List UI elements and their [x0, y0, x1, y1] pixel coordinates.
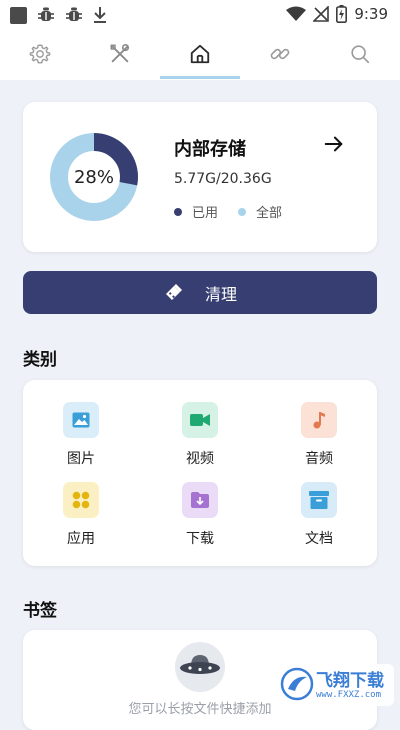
watermark-url: www.FXXZ.com — [316, 690, 382, 700]
category-label: 文档 — [305, 531, 333, 547]
categories-heading: 类别 — [23, 350, 57, 370]
home-icon — [190, 44, 210, 64]
download-icon — [94, 7, 106, 23]
category-videos[interactable]: 视频 — [160, 402, 240, 468]
category-label: 音频 — [305, 451, 333, 467]
tab-search[interactable] — [320, 30, 400, 78]
top-tab-bar — [0, 30, 400, 80]
image-icon — [63, 402, 99, 438]
active-tab-indicator — [160, 76, 240, 79]
watermark-mark-icon — [280, 667, 314, 701]
storage-percent: 28% — [73, 166, 114, 188]
tab-tools[interactable] — [80, 30, 160, 78]
status-left-icons — [10, 6, 107, 24]
internal-storage-card[interactable]: 28% 内部存储 5.77G/20.36G 已用 全部 — [23, 102, 377, 252]
category-images[interactable]: 图片 — [41, 402, 121, 468]
apps-icon — [63, 482, 99, 518]
bug-icon — [66, 7, 82, 21]
broom-icon — [163, 283, 183, 303]
music-icon — [301, 402, 337, 438]
link-icon — [270, 48, 290, 60]
tab-link[interactable] — [240, 30, 320, 78]
legend-total-label: 全部 — [256, 206, 283, 221]
category-label: 下载 — [186, 531, 214, 547]
tab-home[interactable] — [160, 30, 240, 78]
category-documents[interactable]: 文档 — [279, 482, 359, 548]
status-right-icons: 9:39 — [286, 5, 388, 23]
category-audio[interactable]: 音频 — [279, 402, 359, 468]
battery-charging-icon — [336, 5, 348, 23]
gear-icon — [29, 44, 51, 64]
bug-icon — [38, 7, 54, 21]
status-bar: 9:39 — [0, 0, 400, 30]
no-signal-icon — [313, 6, 330, 22]
watermark-brand: 飞翔下载 — [316, 671, 384, 691]
archive-icon — [301, 482, 337, 518]
legend-total-dot — [238, 207, 247, 216]
storage-title: 内部存储 — [174, 139, 246, 160]
clean-button[interactable]: 清理 — [23, 271, 377, 314]
watermark-logo: 飞翔下载 www.FXXZ.com — [276, 664, 394, 706]
legend-used-label: 已用 — [192, 206, 219, 221]
legend-used-dot — [174, 207, 182, 216]
arrow-right-icon[interactable] — [323, 133, 345, 155]
ufo-empty-icon — [175, 642, 225, 692]
download-folder-icon — [182, 482, 218, 518]
categories-card: 图片 视频 音频 应用 下载 文档 — [23, 380, 377, 566]
search-icon — [351, 45, 370, 64]
notification-square-icon — [10, 6, 27, 24]
storage-legend: 已用 全部 — [174, 202, 282, 221]
wifi-icon — [286, 6, 307, 21]
storage-size: 5.77G/20.36G — [174, 171, 272, 187]
category-label: 图片 — [67, 451, 95, 467]
category-label: 应用 — [67, 531, 95, 547]
tools-icon — [110, 44, 130, 63]
tab-settings[interactable] — [0, 30, 80, 78]
category-label: 视频 — [186, 451, 214, 467]
bookmarks-heading: 书签 — [23, 601, 57, 621]
category-downloads[interactable]: 下载 — [160, 482, 240, 548]
category-apps[interactable]: 应用 — [41, 482, 121, 548]
video-icon — [182, 402, 218, 438]
clean-button-label: 清理 — [204, 284, 237, 304]
status-time: 9:39 — [354, 5, 388, 23]
